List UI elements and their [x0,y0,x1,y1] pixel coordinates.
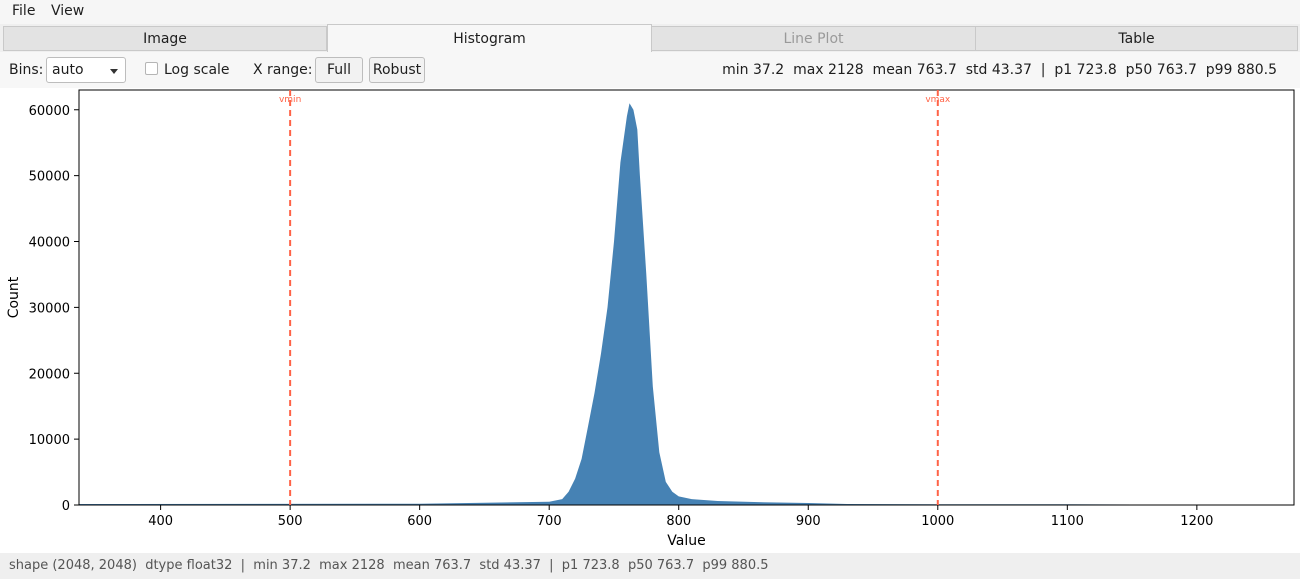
menu-bar: File View [0,0,1300,24]
y-axis-label: Count [6,276,22,318]
menu-view[interactable]: View [51,3,84,19]
x-tick-label: 400 [148,514,173,529]
tab-line-plot: Line Plot [651,26,976,51]
chevron-down-icon [110,69,118,74]
histogram-toolbar: Bins: auto Log scale X range: Full Robus… [0,52,1300,88]
robust-range-button[interactable]: Robust [369,57,425,83]
histogram-bars-area [79,103,1294,505]
x-tick-label: 500 [278,514,303,529]
tab-image[interactable]: Image [3,26,327,51]
x-axis-label: Value [667,533,705,549]
histogram-bars [79,103,1294,505]
histogram-chart: vmin vmax 400 500 600 700 800 900 1000 1100 1200 … [6,89,1295,549]
x-axis-ticks: 400 500 600 700 800 900 1000 1100 1200 [148,505,1213,529]
bins-select[interactable]: auto [46,57,126,83]
x-tick-label: 1000 [921,514,954,529]
tab-table[interactable]: Table [975,26,1298,51]
x-tick-label: 900 [796,514,821,529]
plot-frame [78,89,1295,506]
x-range-label: X range: [253,62,313,78]
bins-value: auto [52,62,84,78]
full-range-button[interactable]: Full [315,57,363,83]
bins-label: Bins: [9,62,44,78]
tab-bar: Image Histogram Line Plot Table [3,24,1298,53]
x-tick-label: 800 [666,514,691,529]
log-scale-checkbox[interactable] [145,62,158,75]
stats-summary: min 37.2 max 2128 mean 763.7 std 43.37 |… [722,62,1277,78]
status-bar: shape (2048, 2048) dtype float32 | min 3… [0,553,1300,579]
y-tick-label: 40000 [29,236,70,251]
status-text: shape (2048, 2048) dtype float32 | min 3… [9,558,769,573]
y-tick-label: 20000 [29,367,70,382]
log-scale-label[interactable]: Log scale [164,62,230,78]
y-tick-label: 50000 [29,170,70,185]
y-tick-label: 60000 [29,104,70,119]
x-tick-label: 1200 [1180,514,1213,529]
vmin-label: vmin [279,95,301,105]
y-tick-label: 0 [62,499,70,514]
tab-histogram[interactable]: Histogram [327,24,652,53]
x-tick-label: 700 [537,514,562,529]
y-tick-label: 30000 [29,301,70,316]
histogram-plot: vmin vmax 400 500 600 700 800 900 1000 1100 1200 … [0,88,1300,553]
x-tick-label: 600 [407,514,432,529]
x-tick-label: 1100 [1051,514,1084,529]
menu-file[interactable]: File [12,3,35,19]
y-tick-label: 10000 [29,433,70,448]
vmax-label: vmax [925,95,951,105]
y-axis-ticks: 0 10000 20000 30000 40000 50000 60000 [29,104,79,514]
